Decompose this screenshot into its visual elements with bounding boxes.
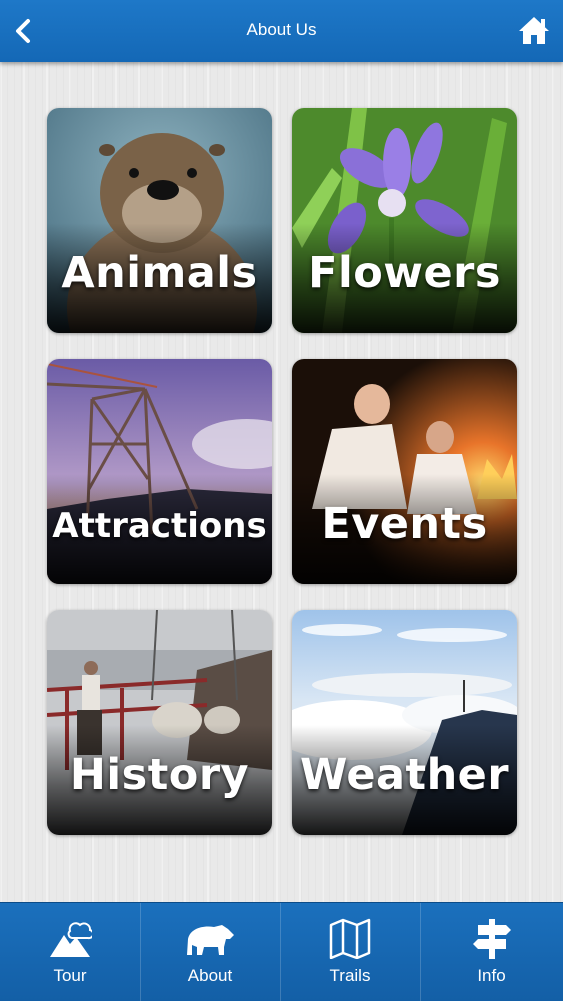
tile-animals[interactable]: Animals	[47, 108, 272, 333]
tile-label-animals: Animals	[61, 248, 258, 298]
tab-about[interactable]: About	[140, 903, 281, 1001]
tile-label-weather: Weather	[299, 750, 510, 800]
bear-icon	[187, 925, 234, 955]
header-bar: About Us	[0, 0, 563, 62]
tile-events[interactable]: Events	[292, 359, 517, 584]
bottom-tab-bar: Tour About Trails Info	[0, 902, 563, 1001]
tab-tour-label: Tour	[53, 966, 87, 985]
tile-label-flowers: Flowers	[308, 248, 501, 298]
signpost-icon	[472, 919, 511, 959]
tile-label-events: Events	[321, 499, 488, 549]
home-icon	[519, 17, 549, 44]
tab-about-label: About	[187, 966, 233, 985]
page-title: About Us	[246, 20, 317, 39]
tab-info-label: Info	[477, 966, 506, 985]
tile-history[interactable]: History	[47, 610, 272, 835]
map-icon	[329, 918, 371, 959]
tile-attractions[interactable]: Attractions	[47, 359, 272, 584]
tab-tour[interactable]: Tour	[0, 903, 141, 1001]
tile-label-history: History	[69, 750, 250, 800]
category-grid: Animals Flowers Attractions Events Histo…	[47, 108, 517, 835]
tile-flowers[interactable]: Flowers	[292, 108, 517, 333]
mountain-cloud-icon	[50, 922, 92, 957]
tab-trails-label: Trails	[329, 966, 371, 985]
home-button[interactable]	[517, 14, 551, 46]
tile-label-attractions: Attractions	[52, 506, 267, 546]
tile-weather[interactable]: Weather	[292, 610, 517, 835]
tab-info[interactable]: Info	[420, 903, 563, 1001]
tab-trails[interactable]: Trails	[280, 903, 421, 1001]
